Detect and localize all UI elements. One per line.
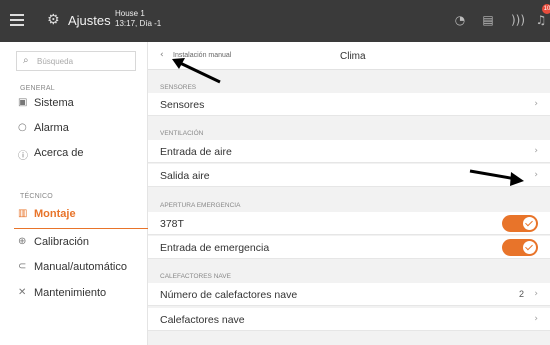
- section-general-label: GENERAL: [20, 85, 55, 92]
- group-label-ventilacion: VENTILACIÓN: [160, 130, 204, 137]
- row-label: Salida aire: [160, 170, 210, 182]
- chevron-right-icon: ›: [534, 146, 538, 156]
- sidebar-item-acerca-de[interactable]: ⓘ Acerca de: [18, 144, 146, 164]
- assembly-icon: ▥: [18, 208, 28, 219]
- sidebar: ⌕ Búsqueda GENERAL ▣ Sistema ○ Alarma ⓘ …: [0, 42, 148, 345]
- sidebar-item-label: Alarma: [34, 122, 69, 134]
- row-label: Número de calefactores nave: [160, 289, 298, 301]
- house-info[interactable]: House 1 13:17, Día -1: [115, 9, 161, 29]
- toggle-378t[interactable]: [502, 215, 538, 232]
- chevron-right-icon: ›: [534, 170, 538, 180]
- info-icon: ⓘ: [18, 151, 28, 162]
- row-numero-de-calefactores-nave[interactable]: Número de calefactores nave 2 ›: [148, 283, 550, 306]
- check-icon: [523, 217, 536, 230]
- back-chevron-icon[interactable]: ‹: [160, 50, 164, 60]
- sidebar-item-label: Manual/automático: [34, 261, 127, 273]
- row-entrada-de-aire[interactable]: Entrada de aire ›: [148, 140, 550, 163]
- sidebar-item-montaje[interactable]: ▥ Montaje: [18, 205, 146, 225]
- row-label: Calefactores nave: [160, 314, 245, 326]
- sidebar-item-mantenimiento[interactable]: ✕ Mantenimiento: [18, 284, 146, 304]
- search-icon: ⌕: [23, 55, 29, 66]
- alarm-icon: ○: [18, 122, 27, 133]
- sidebar-item-manual-automatico[interactable]: ⊂ Manual/automático: [18, 258, 146, 278]
- chevron-right-icon: ›: [534, 289, 538, 299]
- document-icon[interactable]: ▤: [480, 13, 496, 29]
- section-tecnico-label: TÉCNICO: [20, 193, 53, 200]
- gear-icon: ⚙: [47, 12, 60, 28]
- bell-icon[interactable]: ♫: [533, 13, 549, 29]
- menu-icon[interactable]: [10, 14, 24, 26]
- sidebar-item-label: Mantenimiento: [34, 287, 107, 299]
- notification-badge: 10: [542, 4, 550, 14]
- maintenance-icon: ✕: [18, 287, 27, 298]
- chevron-right-icon: ›: [534, 314, 538, 324]
- search-input[interactable]: ⌕ Búsqueda: [16, 51, 136, 71]
- chevron-right-icon: ›: [534, 99, 538, 109]
- row-label: 378T: [160, 218, 184, 230]
- row-sensores[interactable]: Sensores ›: [148, 93, 550, 116]
- annotation-arrow-breadcrumb: [172, 58, 221, 84]
- system-icon: ▣: [18, 97, 28, 108]
- sidebar-item-calibracion[interactable]: ⊕ Calibración: [18, 233, 146, 253]
- check-icon: [523, 241, 536, 254]
- row-value: 2: [518, 289, 524, 299]
- dashboard-icon[interactable]: ◔: [452, 13, 468, 29]
- page-title: Clima: [340, 51, 366, 62]
- row-label: Entrada de aire: [160, 146, 232, 158]
- manual-auto-icon: ⊂: [18, 261, 27, 272]
- house-name: House 1: [115, 9, 145, 18]
- sidebar-item-sistema[interactable]: ▣ Sistema: [18, 94, 146, 114]
- sidebar-item-label: Calibración: [34, 236, 90, 248]
- sidebar-item-label: Sistema: [34, 97, 74, 109]
- row-378t: 378T: [148, 212, 550, 235]
- sidebar-item-label: Acerca de: [34, 147, 84, 159]
- house-time: 13:17, Día -1: [115, 19, 162, 28]
- app-title: Ajustes: [68, 13, 111, 28]
- row-label: Entrada de emergencia: [160, 242, 270, 254]
- annotation-arrow-salida-aire: [469, 169, 524, 186]
- signal-icon[interactable]: ))): [510, 13, 526, 29]
- search-placeholder: Búsqueda: [37, 57, 74, 66]
- group-label-calefactores-nave: CALEFACTORES NAVE: [160, 273, 231, 280]
- active-indicator: [14, 228, 148, 229]
- group-label-apertura-emergencia: APERTURA EMERGENCIA: [160, 202, 241, 209]
- calibration-icon: ⊕: [18, 236, 27, 247]
- row-calefactores-nave[interactable]: Calefactores nave ›: [148, 308, 550, 331]
- row-label: Sensores: [160, 99, 205, 111]
- top-bar: ⚙ Ajustes House 1 13:17, Día -1 ◔ ▤ ))) …: [0, 0, 550, 42]
- sidebar-item-alarma[interactable]: ○ Alarma: [18, 119, 146, 139]
- row-entrada-de-emergencia: Entrada de emergencia: [148, 236, 550, 259]
- toggle-entrada-de-emergencia[interactable]: [502, 239, 538, 256]
- sidebar-item-label: Montaje: [34, 208, 76, 220]
